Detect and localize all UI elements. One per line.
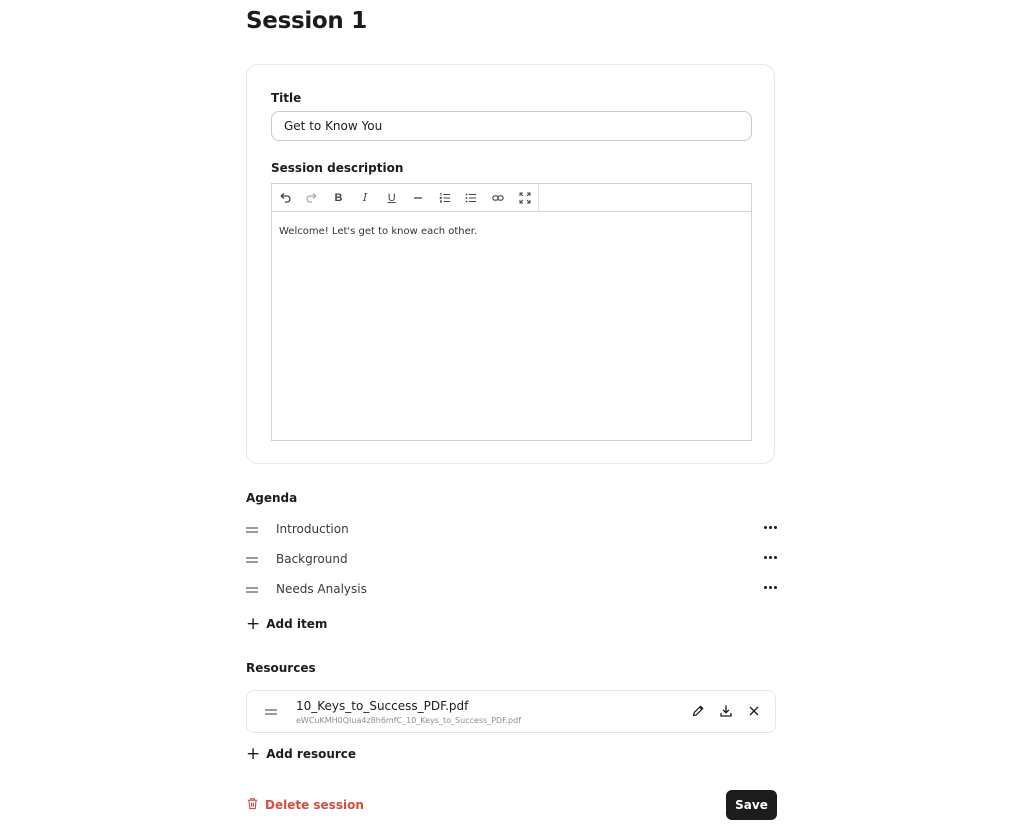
drag-handle-icon[interactable] [265,709,277,715]
redo-icon[interactable] [299,184,326,211]
add-resource-label: Add resource [266,747,357,761]
description-editor: B I U Welcome! Let's get to know each ot… [271,183,752,441]
resource-id: eWCuKMH0QIua4z8h6mfC_10_Keys_to_Success_… [296,716,522,725]
more-options-icon[interactable] [762,550,778,564]
add-item-button[interactable]: + Add item [246,614,328,634]
add-resource-button[interactable]: + Add resource [246,744,357,764]
delete-session-label: Delete session [265,798,364,812]
remove-close-icon[interactable] [747,704,761,723]
bold-icon[interactable]: B [325,184,352,211]
underline-icon[interactable]: U [378,184,405,211]
drag-handle-icon[interactable] [246,587,258,593]
add-item-label: Add item [266,617,328,631]
page-title: Session 1 [246,8,367,34]
more-options-icon[interactable] [762,580,778,594]
description-label: Session description [271,161,404,175]
delete-session-button[interactable]: Delete session [246,797,364,813]
agenda-item: Background [246,550,778,572]
ordered-list-icon[interactable] [432,184,459,211]
agenda-item: Needs Analysis [246,580,778,602]
title-input[interactable]: Get to Know You [271,111,752,141]
editor-toolbar: B I U [272,184,751,212]
agenda-item: Introduction [246,520,778,542]
drag-handle-icon[interactable] [246,527,258,533]
bullet-list-icon[interactable] [458,184,485,211]
session-form-card: Title Get to Know You Session descriptio… [246,64,775,464]
plus-icon: + [246,744,261,764]
link-icon[interactable] [485,184,512,211]
edit-pencil-icon[interactable] [691,704,705,723]
more-options-icon[interactable] [762,520,778,534]
agenda-item-label[interactable]: Needs Analysis [276,582,367,596]
resource-item: 10_Keys_to_Success_PDF.pdf eWCuKMH0QIua4… [246,690,776,733]
resources-heading: Resources [246,661,316,675]
agenda-item-label[interactable]: Introduction [276,522,349,536]
agenda-item-label[interactable]: Background [276,552,348,566]
plus-icon: + [246,614,261,634]
horizontal-rule-icon[interactable] [405,184,432,211]
agenda-heading: Agenda [246,491,298,505]
italic-icon[interactable]: I [352,184,379,211]
resource-name[interactable]: 10_Keys_to_Success_PDF.pdf [296,699,468,713]
drag-handle-icon[interactable] [246,557,258,563]
fullscreen-icon[interactable] [511,184,538,211]
save-button[interactable]: Save [726,790,777,820]
title-label: Title [271,91,302,105]
trash-icon [246,797,259,813]
description-content[interactable]: Welcome! Let's get to know each other. [279,226,477,237]
download-icon[interactable] [719,704,733,723]
undo-icon[interactable] [272,184,299,211]
